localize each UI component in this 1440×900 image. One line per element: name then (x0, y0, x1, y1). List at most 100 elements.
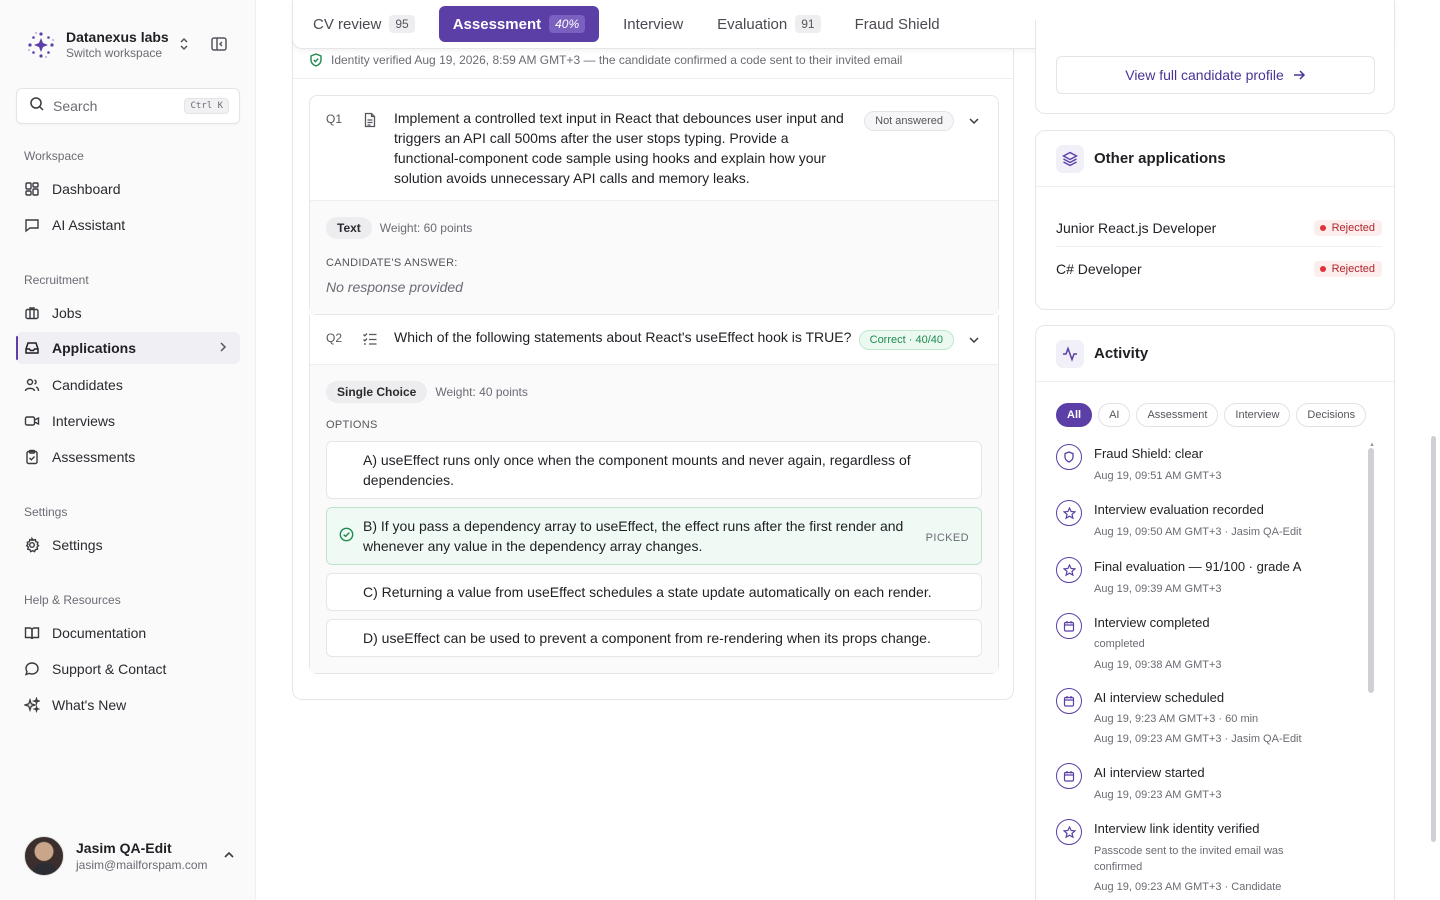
question-weight: Weight: 40 points (435, 385, 528, 399)
search-input[interactable]: Search Ctrl K (16, 88, 240, 124)
other-applications-title: Other applications (1094, 150, 1226, 167)
activity-meta: Aug 19, 09:39 AM GMT+3 (1094, 583, 1222, 595)
answer-label: CANDIDATE'S ANSWER: (326, 257, 458, 269)
filter-assessment[interactable]: Assessment (1136, 403, 1219, 427)
profile-card: View full candidate profile (1035, 20, 1395, 114)
status-badge: Rejected (1313, 219, 1382, 236)
sidebar-item-label: AI Assistant (52, 217, 126, 233)
identity-verified-text: Identity verified Aug 19, 2026, 8:59 AM … (331, 53, 903, 67)
chevron-up-icon (222, 848, 236, 867)
book-icon (24, 625, 40, 641)
user-menu[interactable]: Jasim QA-Edit jasim@mailforspam.com (24, 834, 240, 878)
chevron-down-icon[interactable] (968, 114, 980, 132)
sidebar-item-label: Jobs (52, 305, 82, 321)
option-c: C) Returning a value from useEffect sche… (326, 573, 982, 611)
sparkles-icon (24, 697, 40, 713)
status-badge: Correct · 40/40 (858, 330, 954, 350)
tab-cv-review[interactable]: CV review 95 (303, 6, 425, 42)
application-row[interactable]: C# Developer Rejected (1056, 250, 1382, 288)
view-profile-button[interactable]: View full candidate profile (1056, 56, 1375, 94)
activity-title: Fraud Shield: clear (1094, 446, 1204, 461)
shield-icon (1056, 444, 1082, 470)
sidebar-item-label: Dashboard (52, 181, 121, 197)
question-text: Implement a controlled text input in Rea… (394, 110, 844, 186)
tab-count: 91 (795, 15, 821, 33)
calendar-icon (1056, 763, 1082, 789)
candidate-answer: No response provided (326, 279, 463, 295)
tab-assessment[interactable]: Assessment 40% (438, 6, 600, 42)
tab-interview[interactable]: Interview (613, 6, 693, 42)
activity-filters: All AI Assessment Interview Decisions (1056, 403, 1372, 427)
sidebar-item-label: Assessments (52, 449, 136, 465)
picked-label: PICKED (925, 532, 969, 544)
arrow-right-icon (1293, 70, 1305, 80)
activity-meta: Aug 19, 09:23 AM GMT+3 · Candidate (1094, 881, 1282, 893)
filter-ai[interactable]: AI (1098, 403, 1131, 427)
activity-item: Fraud Shield: clear Aug 19, 09:51 AM GMT… (1056, 444, 1356, 494)
sidebar-item-label: Support & Contact (52, 661, 167, 677)
inbox-icon (24, 340, 40, 356)
document-icon (362, 108, 394, 188)
tab-evaluation[interactable]: Evaluation 91 (707, 6, 830, 42)
chat-icon (24, 217, 40, 233)
search-shortcut: Ctrl K (184, 98, 229, 114)
sidebar-item-dashboard[interactable]: Dashboard (16, 173, 240, 205)
question-header[interactable]: Q2 Which of the following statements abo… (310, 315, 998, 364)
star-icon (1056, 557, 1082, 583)
application-row[interactable]: Junior React.js Developer Rejected (1056, 209, 1382, 247)
sidebar-item-ai-assistant[interactable]: AI Assistant (16, 209, 240, 241)
star-icon (1056, 819, 1082, 845)
option-text: C) Returning a value from useEffect sche… (363, 584, 932, 600)
page-scrollbar[interactable] (1431, 436, 1436, 842)
tab-count: 95 (389, 15, 415, 33)
collapse-sidebar-icon[interactable] (210, 35, 228, 58)
chevrons-up-down-icon[interactable] (178, 36, 190, 57)
filter-all[interactable]: All (1056, 403, 1093, 427)
tab-label: CV review (313, 15, 382, 33)
message-icon (24, 661, 40, 677)
question-header[interactable]: Q1 Implement a controlled text input in … (310, 96, 998, 200)
briefcase-icon (24, 305, 40, 321)
assessment-card: Identity verified Aug 19, 2026, 8:59 AM … (292, 40, 1014, 700)
sidebar-item-label: Documentation (52, 625, 147, 641)
activity-meta: Aug 19, 09:23 AM GMT+3 · Jasim QA-Edit (1094, 733, 1302, 745)
workspace-logo-icon (24, 28, 58, 62)
sidebar-item-label: Applications (52, 340, 137, 356)
shield-check-icon (310, 53, 322, 67)
sidebar-item-candidates[interactable]: Candidates (16, 369, 240, 401)
tab-label: Assessment (452, 15, 542, 33)
question-card-q1: Q1 Implement a controlled text input in … (309, 95, 999, 315)
tab-count: 40% (549, 15, 586, 33)
divider (293, 78, 1013, 79)
filter-decisions[interactable]: Decisions (1296, 403, 1367, 427)
activity-meta: Passcode sent to the invited email was (1094, 845, 1284, 857)
filter-interview[interactable]: Interview (1224, 403, 1291, 427)
sidebar-item-settings[interactable]: Settings (16, 529, 240, 561)
options-label: OPTIONS (326, 419, 378, 431)
question-card-q2: Q2 Which of the following statements abo… (309, 315, 999, 674)
activity-scrollbar[interactable] (1368, 448, 1374, 693)
workspace-switcher[interactable]: Datanexus labs Switch workspace (24, 28, 234, 62)
view-profile-label: View full candidate profile (1125, 67, 1284, 83)
sidebar-item-support[interactable]: Support & Contact (16, 653, 240, 685)
option-text: B) If you pass a dependency array to use… (363, 518, 904, 554)
sidebar-item-interviews[interactable]: Interviews (16, 405, 240, 437)
activity-meta: Aug 19, 09:23 AM GMT+3 (1094, 789, 1222, 801)
status-badge: Rejected (1313, 261, 1382, 277)
sidebar-item-applications[interactable]: Applications (16, 332, 240, 364)
activity-title: AI interview started (1094, 765, 1205, 780)
chevron-right-icon (216, 340, 230, 357)
activity-meta: confirmed (1094, 861, 1143, 873)
question-weight: Weight: 60 points (379, 221, 473, 235)
chevron-down-icon[interactable] (968, 333, 980, 351)
tab-fraud-shield[interactable]: Fraud Shield (845, 6, 950, 42)
sidebar-item-assessments[interactable]: Assessments (16, 441, 240, 473)
question-text: Which of the following statements about … (394, 329, 852, 345)
sidebar-item-whats-new[interactable]: What's New (16, 689, 240, 721)
sidebar-item-jobs[interactable]: Jobs (16, 297, 240, 329)
sidebar-item-label: Interviews (52, 413, 116, 429)
sidebar-item-documentation[interactable]: Documentation (16, 617, 240, 649)
question-type-pill: Text (326, 217, 372, 239)
workspace-subtitle: Switch workspace (66, 46, 163, 60)
activity-item: Final evaluation — 91/100 · grade A Aug … (1056, 557, 1356, 607)
